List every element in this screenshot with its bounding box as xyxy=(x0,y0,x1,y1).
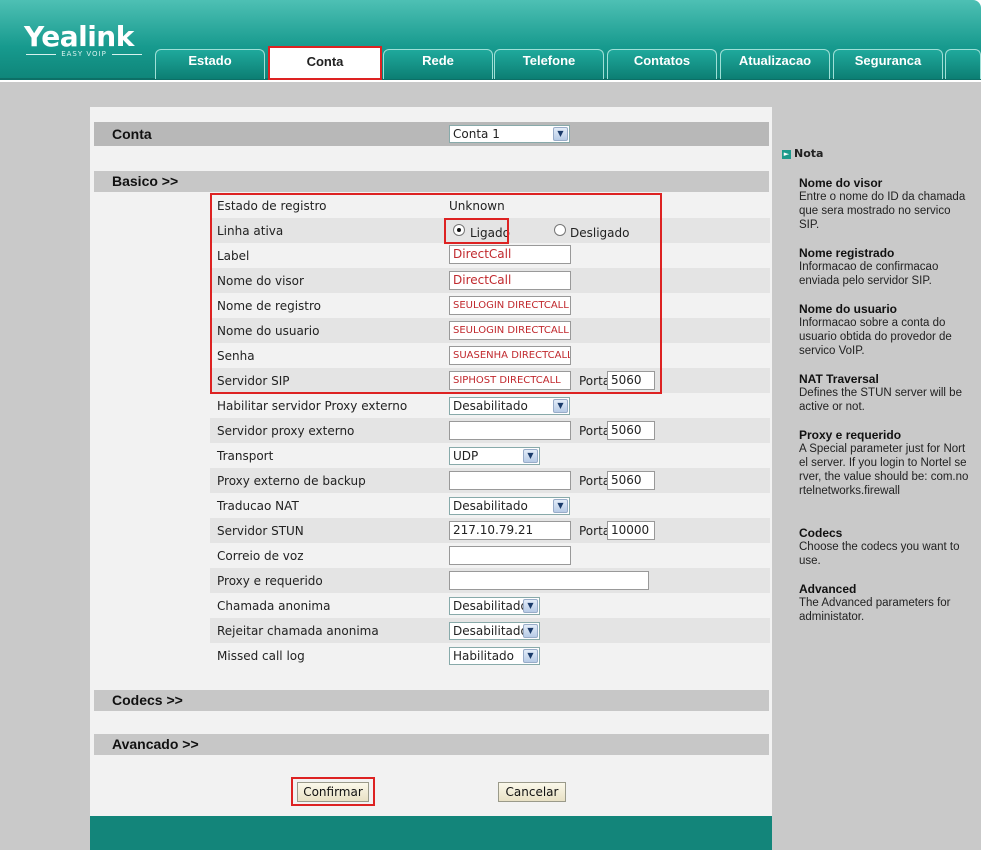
tab-contatos[interactable]: Contatos xyxy=(607,49,717,79)
note-title: NAT Traversal xyxy=(799,372,879,386)
reject-anon-select[interactable]: Desabilitado ▼ xyxy=(449,622,540,640)
note-title: Proxy e requerido xyxy=(799,428,902,442)
label-proxy-ext: Servidor proxy externo xyxy=(217,424,355,438)
tab-more[interactable] xyxy=(945,49,981,79)
left-margin xyxy=(0,107,90,850)
cancel-button[interactable]: Cancelar xyxy=(498,782,566,802)
label-stun: Servidor STUN xyxy=(217,524,304,538)
label-proxy-req: Proxy e requerido xyxy=(217,574,323,588)
proxy-req-input[interactable] xyxy=(449,571,649,590)
missed-select[interactable]: Habilitado ▼ xyxy=(449,647,540,665)
tab-seguranca[interactable]: Seguranca xyxy=(833,49,943,79)
label-reject-anon: Rejeitar chamada anonima xyxy=(217,624,379,638)
tab-telefone[interactable]: Telefone xyxy=(494,49,604,79)
chevron-down-icon: ▼ xyxy=(553,127,568,141)
account-section: Conta xyxy=(94,122,769,146)
tab-rede[interactable]: Rede xyxy=(383,49,493,79)
footer-right xyxy=(772,816,981,850)
basico-section[interactable]: Basico >> xyxy=(94,171,769,192)
note-desc: Informacao de confirmacao enviada pelo s… xyxy=(799,261,939,287)
nota-header: ► Nota xyxy=(782,147,823,160)
chevron-down-icon: ▼ xyxy=(523,599,538,613)
highlight-box-ligado xyxy=(444,218,509,244)
label-transport: Transport xyxy=(217,449,274,463)
account-select[interactable]: Conta 1 ▼ xyxy=(449,125,570,143)
tab-atualizacao[interactable]: Atualizacao xyxy=(720,49,830,79)
note-desc: Entre o nome do ID da chamada que sera m… xyxy=(799,191,966,231)
label-nat: Traducao NAT xyxy=(217,499,299,513)
yealink-logo: Yealink xyxy=(24,20,134,53)
proxy-ext-port-input[interactable]: 5060 xyxy=(607,421,655,440)
proxy-ext-enable-value: Desabilitado xyxy=(453,399,528,413)
proxy-backup-port-input[interactable]: 5060 xyxy=(607,471,655,490)
nota-title: Nota xyxy=(794,147,824,160)
anon-value: Desabilitado xyxy=(453,599,528,613)
codecs-section[interactable]: Codecs >> xyxy=(94,690,769,711)
note-desc: A Special parameter just for Nortel serv… xyxy=(799,443,969,497)
highlight-box-confirm xyxy=(291,777,375,806)
subheader-strip xyxy=(0,82,981,107)
nat-select[interactable]: Desabilitado ▼ xyxy=(449,497,570,515)
arrow-right-icon: ► xyxy=(782,149,791,159)
note-title: Advanced xyxy=(799,582,857,596)
proxy-ext-input[interactable] xyxy=(449,421,571,440)
label-missed: Missed call log xyxy=(217,649,305,663)
note-title: Nome do visor xyxy=(799,176,883,190)
transport-select[interactable]: UDP ▼ xyxy=(449,447,540,465)
label-proxy-ext-enable: Habilitar servidor Proxy externo xyxy=(217,399,408,413)
chevron-down-icon: ▼ xyxy=(523,649,538,663)
stun-port-input[interactable]: 10000 xyxy=(607,521,655,540)
nat-value: Desabilitado xyxy=(453,499,528,513)
note-title: Nome registrado xyxy=(799,246,895,260)
header: Yealink EASY VOIP Estado Conta Rede Tele… xyxy=(0,0,981,80)
anon-select[interactable]: Desabilitado ▼ xyxy=(449,597,540,615)
reject-anon-value: Desabilitado xyxy=(453,624,528,638)
note-desc: The Advanced parameters for administator… xyxy=(799,597,951,623)
note-title: Codecs xyxy=(799,526,843,540)
proxy-ext-enable-select[interactable]: Desabilitado ▼ xyxy=(449,397,570,415)
tab-conta[interactable]: Conta xyxy=(268,46,382,80)
note-desc: Defines the STUN server will be active o… xyxy=(799,387,962,413)
chevron-down-icon: ▼ xyxy=(553,399,568,413)
avancado-section[interactable]: Avancado >> xyxy=(94,734,769,755)
tab-estado[interactable]: Estado xyxy=(155,49,265,79)
chevron-down-icon: ▼ xyxy=(553,499,568,513)
account-title: Conta xyxy=(112,126,152,142)
porta-label: Porta xyxy=(579,424,611,438)
chevron-down-icon: ▼ xyxy=(523,449,538,463)
account-select-value: Conta 1 xyxy=(453,127,500,141)
label-proxy-backup: Proxy externo de backup xyxy=(217,474,366,488)
stun-input[interactable]: 217.10.79.21 xyxy=(449,521,571,540)
missed-value: Habilitado xyxy=(453,649,515,663)
note-desc: Informacao sobre a conta do usuario obti… xyxy=(799,317,952,357)
note-desc: Choose the codecs you want to use. xyxy=(799,541,960,567)
logo-tagline: EASY VOIP xyxy=(26,50,142,58)
note-title: Nome do usuario xyxy=(799,302,898,316)
chevron-down-icon: ▼ xyxy=(523,624,538,638)
footer-left xyxy=(0,816,90,850)
porta-label: Porta xyxy=(579,474,611,488)
porta-label: Porta xyxy=(579,524,611,538)
footer xyxy=(90,816,772,850)
label-anon: Chamada anonima xyxy=(217,599,331,613)
voicemail-input[interactable] xyxy=(449,546,571,565)
proxy-backup-input[interactable] xyxy=(449,471,571,490)
transport-value: UDP xyxy=(453,449,479,463)
label-voicemail: Correio de voz xyxy=(217,549,304,563)
highlight-box-basic xyxy=(210,193,662,394)
